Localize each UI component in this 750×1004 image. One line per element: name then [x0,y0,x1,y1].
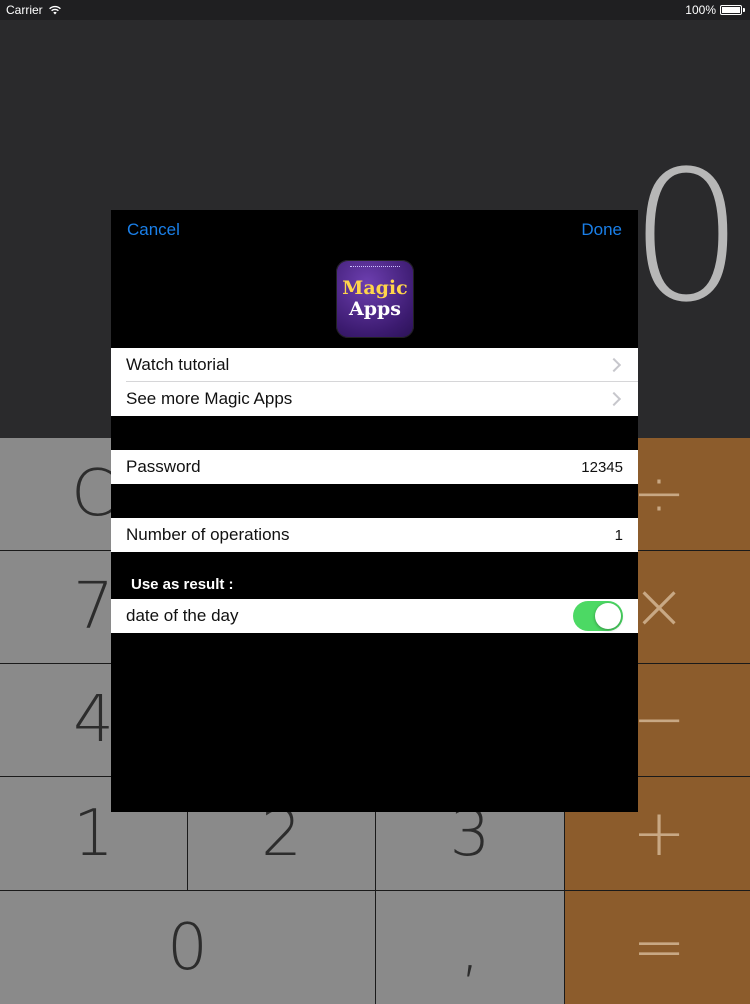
watch-tutorial-label: Watch tutorial [126,355,230,374]
status-bar: Carrier 100% [0,0,750,20]
chevron-right-icon [606,391,622,407]
wifi-icon [48,5,61,15]
toggle-knob [595,603,621,629]
settings-header: Cancel Done [111,210,638,250]
date-of-day-label: date of the day [126,606,239,625]
operations-label: Number of operations [126,525,290,544]
carrier-label: Carrier [6,3,43,17]
carrier-indicator: Carrier [6,3,62,17]
display-value: 0 [629,133,744,342]
password-label: Password [126,457,201,476]
see-more-apps-row[interactable]: See more Magic Apps [111,382,638,416]
battery-percent: 100% [685,3,716,17]
password-row[interactable]: Password 12345 [111,450,638,484]
password-value[interactable]: 12345 [581,459,623,476]
magic-apps-logo[interactable]: Magic Apps [336,260,414,338]
watch-tutorial-row[interactable]: Watch tutorial [111,348,638,382]
logo-line-2: Apps [348,298,401,320]
date-of-day-row: date of the day [111,599,638,633]
battery-icon [720,5,745,15]
calc-key[interactable]: , [376,891,564,1004]
operations-value[interactable]: 1 [615,527,623,544]
settings-panel: Magic Apps Watch tutorial See more Magic… [111,250,638,812]
date-of-day-toggle[interactable] [573,601,623,631]
done-button[interactable]: Done [581,220,622,240]
chevron-right-icon [606,357,622,373]
cancel-button[interactable]: Cancel [127,220,180,240]
calc-key[interactable]: = [565,891,750,1004]
logo-line-1: Magic [342,277,408,299]
calc-key[interactable]: 0 [0,891,375,1004]
battery-indicator: 100% [685,3,745,17]
use-as-result-header: Use as result : [131,576,234,593]
see-more-apps-label: See more Magic Apps [126,389,293,408]
operations-row[interactable]: Number of operations 1 [111,518,638,552]
